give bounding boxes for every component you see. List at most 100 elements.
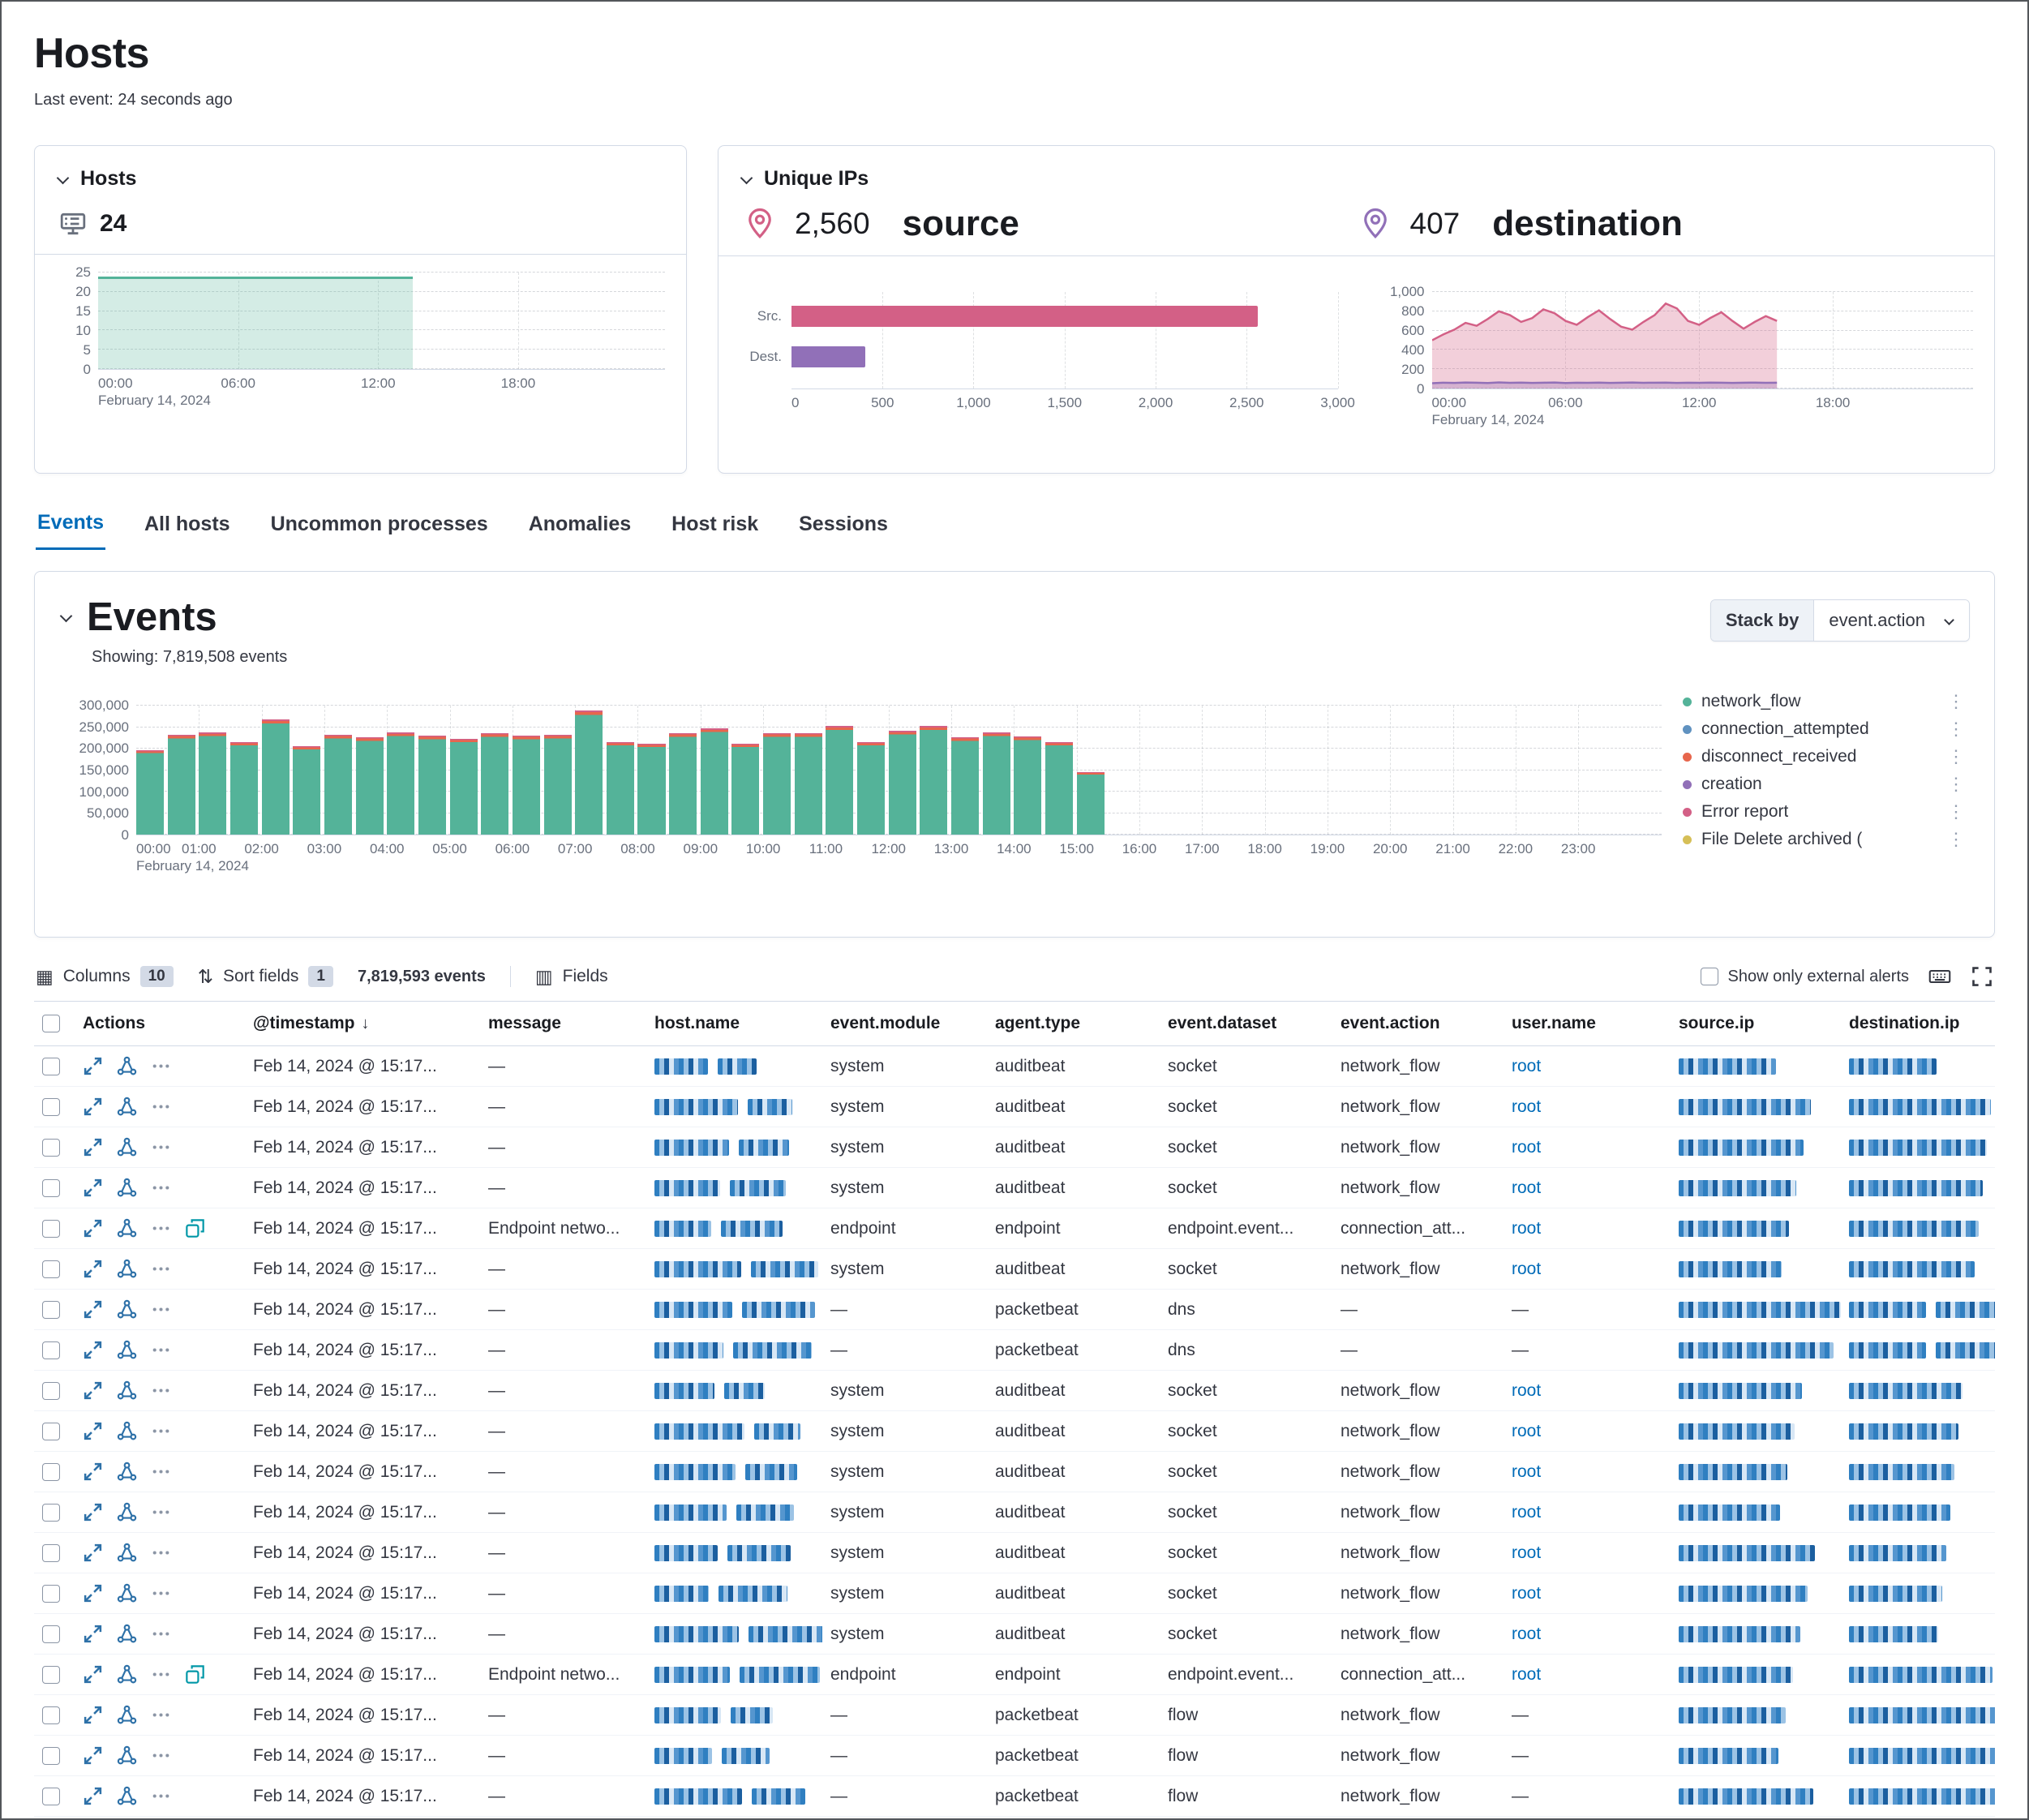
col-header-hostname[interactable]: host.name [646, 1002, 822, 1046]
more-actions-icon[interactable] [151, 1056, 171, 1076]
open-session-view-icon[interactable] [185, 1218, 205, 1238]
analyze-event-icon[interactable] [117, 1421, 137, 1441]
fullscreen-icon[interactable] [1971, 965, 1993, 988]
more-actions-icon[interactable] [151, 1137, 171, 1157]
more-actions-icon[interactable] [151, 1097, 171, 1117]
expand-event-icon[interactable] [83, 1299, 103, 1320]
col-header-username[interactable]: user.name [1504, 1002, 1671, 1046]
more-actions-icon[interactable] [151, 1664, 171, 1685]
more-actions-icon[interactable] [151, 1624, 171, 1644]
col-header-actions[interactable]: Actions [75, 1002, 245, 1046]
legend-item-menu-icon[interactable]: ⋮ [1942, 746, 1970, 767]
tab-anomalies[interactable]: Anomalies [527, 511, 633, 550]
analyze-event-icon[interactable] [117, 1259, 137, 1279]
expand-event-icon[interactable] [83, 1380, 103, 1401]
analyze-event-icon[interactable] [117, 1178, 137, 1198]
row-checkbox[interactable] [42, 1747, 60, 1765]
expand-event-icon[interactable] [83, 1421, 103, 1441]
user-name-link[interactable]: root [1512, 1503, 1541, 1522]
row-checkbox[interactable] [42, 1504, 60, 1522]
expand-event-icon[interactable] [83, 1340, 103, 1360]
user-name-link[interactable]: root [1512, 1543, 1541, 1562]
more-actions-icon[interactable] [151, 1380, 171, 1401]
stack-by-select[interactable]: event.action [1814, 600, 1969, 641]
tab-host-risk[interactable]: Host risk [670, 511, 760, 550]
analyze-event-icon[interactable] [117, 1502, 137, 1522]
sort-fields-button[interactable]: ⇅ Sort fields 1 [198, 966, 333, 988]
row-checkbox[interactable] [42, 1585, 60, 1603]
user-name-link[interactable]: root [1512, 1625, 1541, 1643]
more-actions-icon[interactable] [151, 1583, 171, 1603]
user-name-link[interactable]: root [1512, 1097, 1541, 1116]
fields-button[interactable]: ▥ Fields [535, 966, 608, 988]
user-name-link[interactable]: root [1512, 1381, 1541, 1400]
row-checkbox[interactable] [42, 1139, 60, 1157]
legend-item[interactable]: creation⋮ [1683, 770, 1970, 798]
collapse-chevron-icon[interactable] [59, 610, 74, 625]
row-checkbox[interactable] [42, 1179, 60, 1197]
user-name-link[interactable]: root [1512, 1178, 1541, 1197]
analyze-event-icon[interactable] [117, 1218, 137, 1238]
open-session-view-icon[interactable] [185, 1664, 205, 1685]
analyze-event-icon[interactable] [117, 1624, 137, 1644]
columns-button[interactable]: ▦ Columns 10 [36, 966, 174, 988]
analyze-event-icon[interactable] [117, 1745, 137, 1766]
col-header-destinationip[interactable]: destination.ip [1841, 1002, 1995, 1046]
more-actions-icon[interactable] [151, 1259, 171, 1279]
legend-item[interactable]: File Delete archived (⋮ [1683, 826, 1970, 853]
collapse-chevron-icon[interactable] [56, 172, 71, 187]
chart-plot-area[interactable] [98, 273, 665, 370]
analyze-event-icon[interactable] [117, 1380, 137, 1401]
expand-event-icon[interactable] [83, 1583, 103, 1603]
more-actions-icon[interactable] [151, 1502, 171, 1522]
user-name-link[interactable]: root [1512, 1665, 1541, 1684]
tab-events[interactable]: Events [36, 511, 105, 550]
expand-event-icon[interactable] [83, 1664, 103, 1685]
collapse-chevron-icon[interactable] [740, 172, 754, 187]
expand-event-icon[interactable] [83, 1502, 103, 1522]
chart-plot-area[interactable] [136, 706, 1662, 835]
legend-item[interactable]: network_flow⋮ [1683, 688, 1970, 715]
expand-event-icon[interactable] [83, 1624, 103, 1644]
analyze-event-icon[interactable] [117, 1705, 137, 1725]
user-name-link[interactable]: root [1512, 1260, 1541, 1278]
expand-event-icon[interactable] [83, 1097, 103, 1117]
row-checkbox[interactable] [42, 1706, 60, 1724]
row-checkbox[interactable] [42, 1463, 60, 1481]
expand-event-icon[interactable] [83, 1705, 103, 1725]
analyze-event-icon[interactable] [117, 1340, 137, 1360]
col-header-agenttype[interactable]: agent.type [987, 1002, 1160, 1046]
more-actions-icon[interactable] [151, 1218, 171, 1238]
row-checkbox[interactable] [42, 1788, 60, 1805]
row-checkbox[interactable] [42, 1382, 60, 1400]
col-header-eventdataset[interactable]: event.dataset [1160, 1002, 1332, 1046]
legend-item-menu-icon[interactable]: ⋮ [1942, 691, 1970, 712]
tab-sessions[interactable]: Sessions [797, 511, 890, 550]
keyboard-shortcuts-icon[interactable] [1928, 965, 1951, 988]
expand-event-icon[interactable] [83, 1259, 103, 1279]
row-checkbox[interactable] [42, 1544, 60, 1562]
row-checkbox[interactable] [42, 1098, 60, 1116]
legend-item[interactable]: disconnect_received⋮ [1683, 743, 1970, 770]
show-external-alerts-toggle[interactable]: Show only external alerts [1701, 968, 1909, 986]
events-stacked-bar-chart[interactable]: 050,000100,000150,000200,000250,000300,0… [59, 706, 1662, 876]
legend-item-menu-icon[interactable]: ⋮ [1942, 801, 1970, 822]
row-checkbox[interactable] [42, 1666, 60, 1684]
row-checkbox[interactable] [42, 1220, 60, 1238]
analyze-event-icon[interactable] [117, 1299, 137, 1320]
analyze-event-icon[interactable] [117, 1786, 137, 1806]
analyze-event-icon[interactable] [117, 1543, 137, 1563]
hosts-area-chart[interactable]: 051015202500:0006:0012:0018:00February 1… [56, 273, 665, 410]
select-all-checkbox[interactable] [42, 1015, 60, 1032]
row-checkbox[interactable] [42, 1260, 60, 1278]
expand-event-icon[interactable] [83, 1786, 103, 1806]
legend-item-menu-icon[interactable]: ⋮ [1942, 829, 1970, 850]
more-actions-icon[interactable] [151, 1462, 171, 1482]
analyze-event-icon[interactable] [117, 1583, 137, 1603]
user-name-link[interactable]: root [1512, 1219, 1541, 1238]
more-actions-icon[interactable] [151, 1421, 171, 1441]
legend-item[interactable]: Error report⋮ [1683, 798, 1970, 826]
col-header-eventmodule[interactable]: event.module [822, 1002, 987, 1046]
more-actions-icon[interactable] [151, 1705, 171, 1725]
user-name-link[interactable]: root [1512, 1138, 1541, 1157]
